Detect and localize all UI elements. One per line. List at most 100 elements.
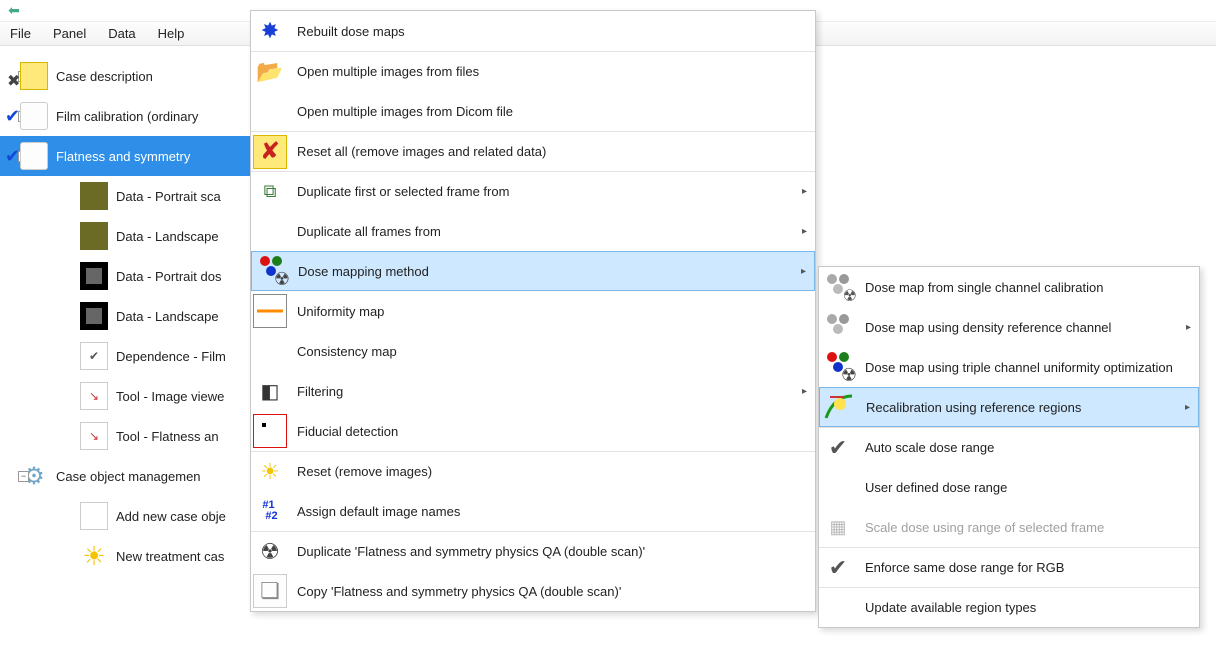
menu-label: Filtering	[297, 384, 343, 399]
blank-icon	[253, 334, 287, 368]
swatch-icon	[80, 182, 108, 210]
page-tool-icon	[80, 422, 108, 450]
menu-label: Enforce same dose range for RGB	[865, 560, 1064, 575]
submenu-density-reference[interactable]: Dose map using density reference channel…	[819, 307, 1199, 347]
gray-radiation-icon	[821, 270, 855, 304]
menu-copy-flatness[interactable]: ❏ Copy 'Flatness and symmetry physics QA…	[251, 571, 815, 611]
tree-item-case-description[interactable]: + Case description	[0, 56, 250, 96]
swatch-icon	[80, 262, 108, 290]
recalibration-curve-icon	[822, 390, 856, 424]
tree-label: Data - Landscape	[116, 229, 219, 244]
clipboard-check-icon	[20, 102, 48, 130]
reset-x-icon: ✘	[253, 135, 287, 169]
menu-label: Open multiple images from Dicom file	[297, 104, 513, 119]
tree-label: Add new case obje	[116, 509, 226, 524]
menu-label: Copy 'Flatness and symmetry physics QA (…	[297, 584, 621, 599]
swatch-icon	[80, 302, 108, 330]
menu-label: Reset all (remove images and related dat…	[297, 144, 546, 159]
radiation-icon: ☢	[253, 535, 287, 569]
collapse-icon[interactable]: −	[18, 471, 29, 482]
tree-view: + Case description + Film calibration (o…	[0, 50, 250, 576]
page-check-icon	[80, 342, 108, 370]
menu-label: Duplicate first or selected frame from	[297, 184, 509, 199]
uniformity-icon	[253, 294, 287, 328]
tree-item-tool-image-viewer[interactable]: Tool - Image viewe	[0, 376, 250, 416]
submenu-arrow-icon: ▸	[802, 226, 807, 237]
menu-label: Dose mapping method	[298, 264, 429, 279]
page-tool-icon	[80, 382, 108, 410]
submenu-enforce-rgb-range[interactable]: ✔ Enforce same dose range for RGB	[819, 547, 1199, 587]
menu-panel[interactable]: Panel	[49, 24, 90, 43]
sun-icon: ☀	[80, 542, 108, 570]
page-icon	[80, 502, 108, 530]
menu-assign-default-names[interactable]: #1 #2 Assign default image names	[251, 491, 815, 531]
tree-item-data-portrait-scan[interactable]: Data - Portrait sca	[0, 176, 250, 216]
menu-label: Recalibration using reference regions	[866, 400, 1081, 415]
tree-item-data-landscape-2[interactable]: Data - Landscape	[0, 296, 250, 336]
menu-label: Dose map from single channel calibration	[865, 280, 1103, 295]
tree-item-case-object-management[interactable]: − ⚙ Case object managemen	[0, 456, 250, 496]
pages-icon: ❏	[253, 574, 287, 608]
menu-rebuilt-dose-maps[interactable]: ✸ Rebuilt dose maps	[251, 11, 815, 51]
menu-label: User defined dose range	[865, 480, 1007, 495]
menu-duplicate-all-frames[interactable]: Duplicate all frames from ▸	[251, 211, 815, 251]
menu-open-multiple-files[interactable]: 📂 Open multiple images from files	[251, 51, 815, 91]
submenu-triple-channel[interactable]: Dose map using triple channel uniformity…	[819, 347, 1199, 387]
submenu-recalibration-regions[interactable]: Recalibration using reference regions ▸	[819, 387, 1199, 427]
gray-balls-icon	[821, 310, 855, 344]
filter-icon: ◧	[253, 374, 287, 408]
tree-item-flatness-symmetry[interactable]: − Flatness and symmetry	[0, 136, 250, 176]
tree-label: Case object managemen	[56, 469, 201, 484]
back-icon[interactable]: ⬅	[6, 3, 22, 19]
menu-uniformity-map[interactable]: Uniformity map	[251, 291, 815, 331]
menu-label: Dose map using density reference channel	[865, 320, 1111, 335]
tree-item-tool-flatness[interactable]: Tool - Flatness an	[0, 416, 250, 456]
tree-label: Film calibration (ordinary	[56, 109, 198, 124]
blank-icon	[821, 591, 855, 625]
menu-fiducial-detection[interactable]: Fiducial detection	[251, 411, 815, 451]
tree-label: Flatness and symmetry	[56, 149, 190, 164]
tree-item-dependence-film[interactable]: Dependence - Film	[0, 336, 250, 376]
numbering-icon: #1 #2	[253, 494, 287, 528]
folder-open-icon: 📂	[253, 55, 287, 89]
tree-label: Data - Landscape	[116, 309, 219, 324]
context-menu-primary: ✸ Rebuilt dose maps 📂 Open multiple imag…	[250, 10, 816, 612]
menu-open-multiple-dicom[interactable]: Open multiple images from Dicom file	[251, 91, 815, 131]
submenu-single-channel[interactable]: Dose map from single channel calibration	[819, 267, 1199, 307]
tree-item-new-treatment-case[interactable]: ☀ New treatment cas	[0, 536, 250, 576]
menu-duplicate-first-frame[interactable]: ⧉ Duplicate first or selected frame from…	[251, 171, 815, 211]
menu-label: Consistency map	[297, 344, 397, 359]
submenu-update-region-types[interactable]: Update available region types	[819, 587, 1199, 627]
context-submenu-dose-mapping: Dose map from single channel calibration…	[818, 266, 1200, 628]
submenu-auto-scale[interactable]: ✔ Auto scale dose range	[819, 427, 1199, 467]
menu-data[interactable]: Data	[104, 24, 139, 43]
menu-label: Update available region types	[865, 600, 1036, 615]
tree-label: Tool - Flatness an	[116, 429, 219, 444]
menu-consistency-map[interactable]: Consistency map	[251, 331, 815, 371]
menu-reset-all[interactable]: ✘ Reset all (remove images and related d…	[251, 131, 815, 171]
clipboard-check-icon	[20, 142, 48, 170]
tree-item-data-landscape[interactable]: Data - Landscape	[0, 216, 250, 256]
check-icon: ✔	[821, 431, 855, 465]
menu-help[interactable]: Help	[154, 24, 189, 43]
menu-duplicate-flatness[interactable]: ☢ Duplicate 'Flatness and symmetry physi…	[251, 531, 815, 571]
document-x-icon	[20, 62, 48, 90]
tree-label: Tool - Image viewe	[116, 389, 224, 404]
tree-item-add-new-case-object[interactable]: Add new case obje	[0, 496, 250, 536]
menu-label: Rebuilt dose maps	[297, 24, 405, 39]
rgb-radiation-icon	[821, 350, 855, 384]
submenu-scale-selected-frame: ▦ Scale dose using range of selected fra…	[819, 507, 1199, 547]
menu-file[interactable]: File	[6, 24, 35, 43]
menu-reset-images[interactable]: ☀ Reset (remove images)	[251, 451, 815, 491]
menu-dose-mapping-method[interactable]: Dose mapping method ▸	[251, 251, 815, 291]
swatch-icon	[80, 222, 108, 250]
tree-label: Data - Portrait dos	[116, 269, 222, 284]
tree-item-data-portrait-dose[interactable]: Data - Portrait dos	[0, 256, 250, 296]
tree-label: New treatment cas	[116, 549, 224, 564]
rgb-radiation-icon	[254, 254, 288, 288]
submenu-arrow-icon: ▸	[801, 266, 806, 277]
blank-icon	[253, 214, 287, 248]
submenu-user-defined-range[interactable]: User defined dose range	[819, 467, 1199, 507]
tree-item-film-calibration[interactable]: + Film calibration (ordinary	[0, 96, 250, 136]
menu-filtering[interactable]: ◧ Filtering ▸	[251, 371, 815, 411]
